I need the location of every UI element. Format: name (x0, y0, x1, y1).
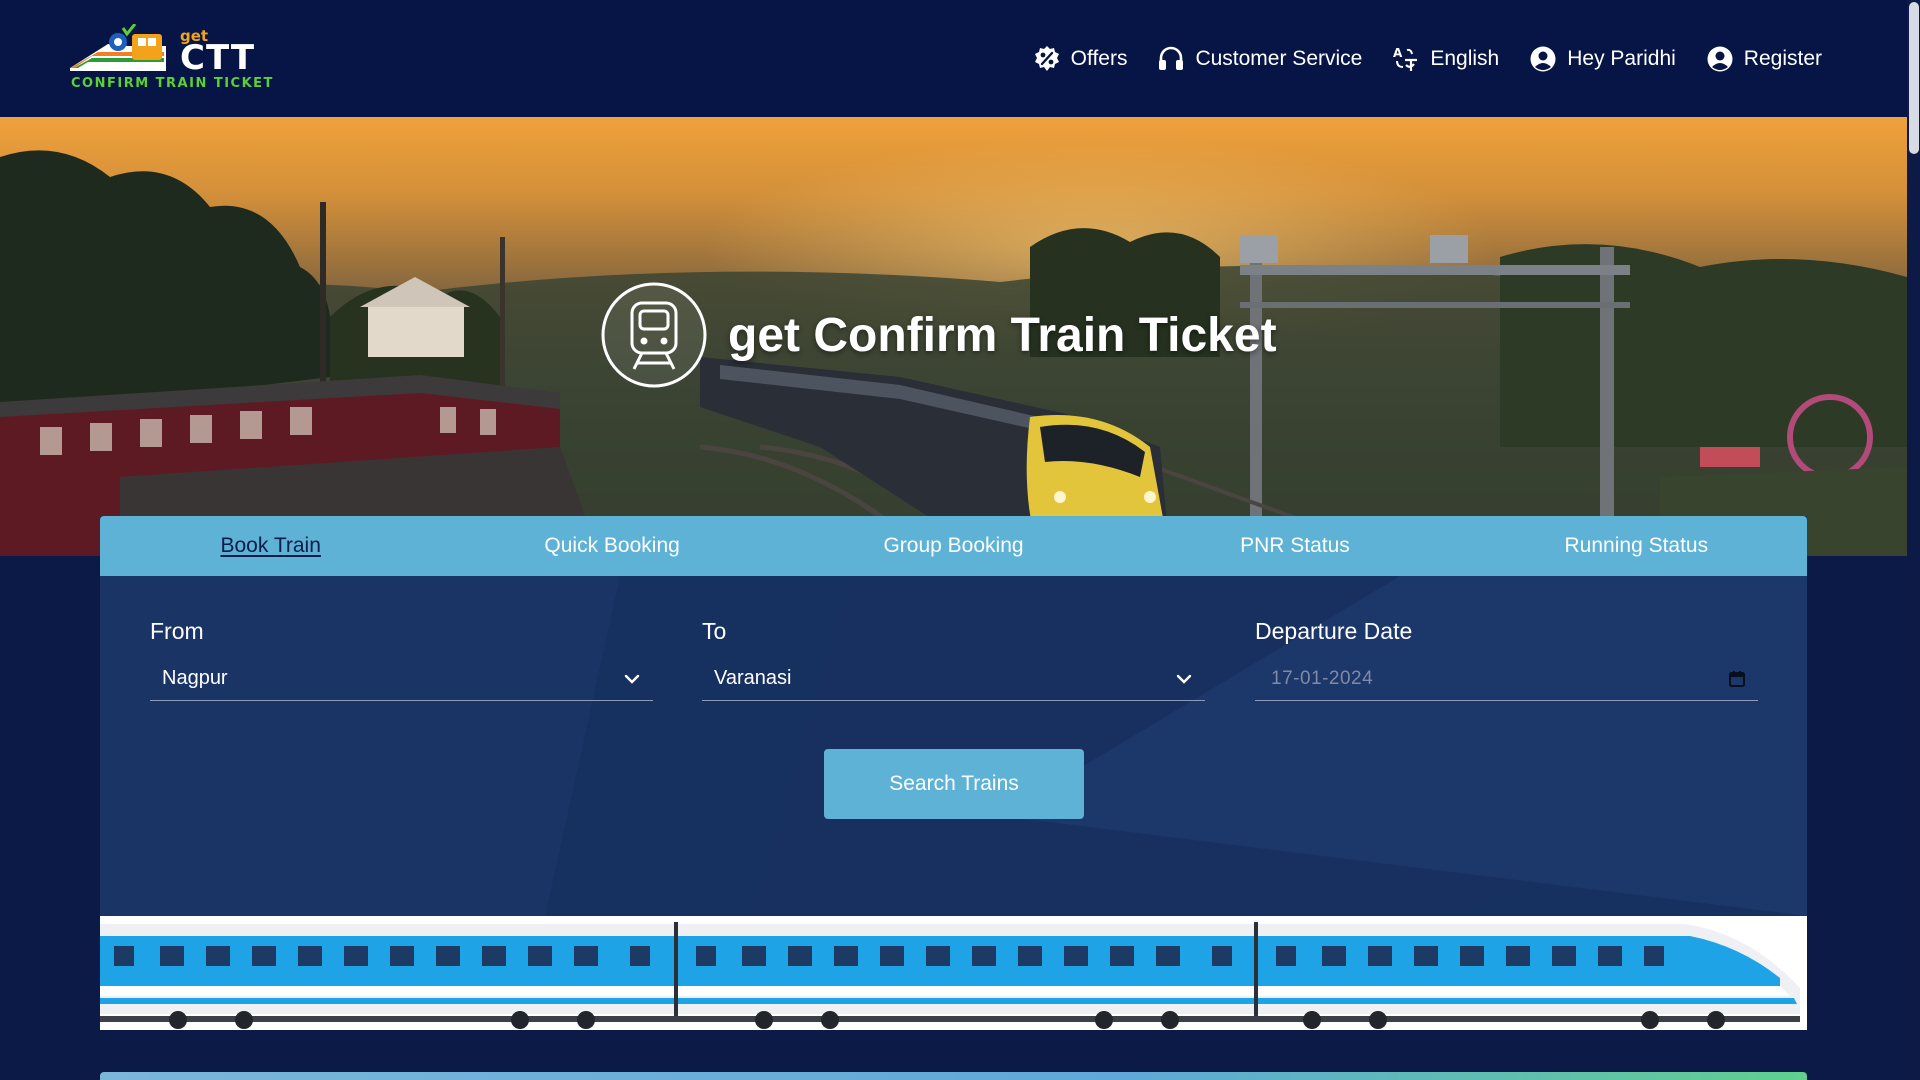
percent-badge-icon (1034, 46, 1059, 71)
user-circle-icon (1530, 46, 1556, 72)
departure-date-label: Departure Date (1255, 618, 1413, 644)
logo-ctt-text: CTT (180, 38, 256, 78)
from-value: Nagpur (162, 667, 228, 689)
hero-banner: get Confirm Train Ticket (0, 117, 1907, 556)
train-illustration (100, 916, 1807, 1030)
to-label: To (702, 618, 727, 644)
nav-user-profile[interactable]: Hey Paridhi (1529, 45, 1676, 73)
nav-user-profile-label: Hey Paridhi (1567, 47, 1676, 70)
top-nav: Offers Customer Service A English Hey Pa… (1033, 40, 1822, 78)
headset-icon (1159, 46, 1184, 70)
language-icon: A (1393, 46, 1418, 71)
calendar-icon[interactable] (1728, 670, 1746, 688)
from-field: From Nagpur (150, 618, 653, 701)
tab-group-booking[interactable]: Group Booking (783, 516, 1124, 576)
nav-language[interactable]: A English (1392, 45, 1499, 73)
svg-text:A: A (1393, 46, 1403, 60)
from-select[interactable]: Nagpur (150, 657, 653, 701)
site-header: get CTT CONFIRM TRAIN TICKET Offers Cust… (0, 0, 1907, 117)
nav-customer-service-label: Customer Service (1195, 47, 1363, 70)
hero-title-block: get Confirm Train Ticket (600, 280, 1360, 390)
chevron-down-icon (1176, 674, 1192, 684)
page: get CTT CONFIRM TRAIN TICKET Offers Cust… (0, 0, 1920, 1080)
chevron-down-icon (624, 674, 640, 684)
nav-offers-label: Offers (1070, 47, 1128, 70)
tab-running-status[interactable]: Running Status (1466, 516, 1807, 576)
nav-customer-service[interactable]: Customer Service (1157, 45, 1362, 73)
to-field: To Varanasi (702, 618, 1205, 701)
tab-book-train[interactable]: Book Train (100, 516, 441, 576)
tab-quick-booking[interactable]: Quick Booking (441, 516, 782, 576)
user-circle-icon (1707, 46, 1733, 72)
search-trains-button[interactable]: Search Trains (824, 749, 1084, 819)
scrollbar-thumb[interactable] (1909, 2, 1919, 154)
train-front-icon (601, 282, 707, 388)
departure-date-field: Departure Date 17-01-2024 (1255, 618, 1758, 701)
ctt-logo[interactable]: get CTT CONFIRM TRAIN TICKET (68, 24, 272, 94)
booking-card: Book Train Quick Booking Group Booking P… (100, 516, 1807, 1030)
page-scrollbar[interactable] (1907, 0, 1920, 1080)
nav-register[interactable]: Register (1706, 45, 1822, 73)
departure-date-value: 17-01-2024 (1271, 667, 1374, 689)
nav-language-label: English (1430, 47, 1500, 70)
nav-offers[interactable]: Offers (1033, 45, 1128, 73)
logo-tagline: CONFIRM TRAIN TICKET (71, 76, 274, 91)
departure-date-input[interactable]: 17-01-2024 (1255, 657, 1758, 701)
footer-strip (100, 1072, 1807, 1080)
train-logo-icon (70, 24, 166, 71)
tab-pnr-status[interactable]: PNR Status (1124, 516, 1465, 576)
to-select[interactable]: Varanasi (702, 657, 1205, 701)
booking-tabs: Book Train Quick Booking Group Booking P… (100, 516, 1807, 576)
to-value: Varanasi (714, 667, 792, 689)
bullet-train-image (100, 916, 1807, 1030)
hero-title: get Confirm Train Ticket (728, 308, 1277, 362)
nav-register-label: Register (1743, 47, 1822, 70)
from-label: From (150, 618, 204, 644)
